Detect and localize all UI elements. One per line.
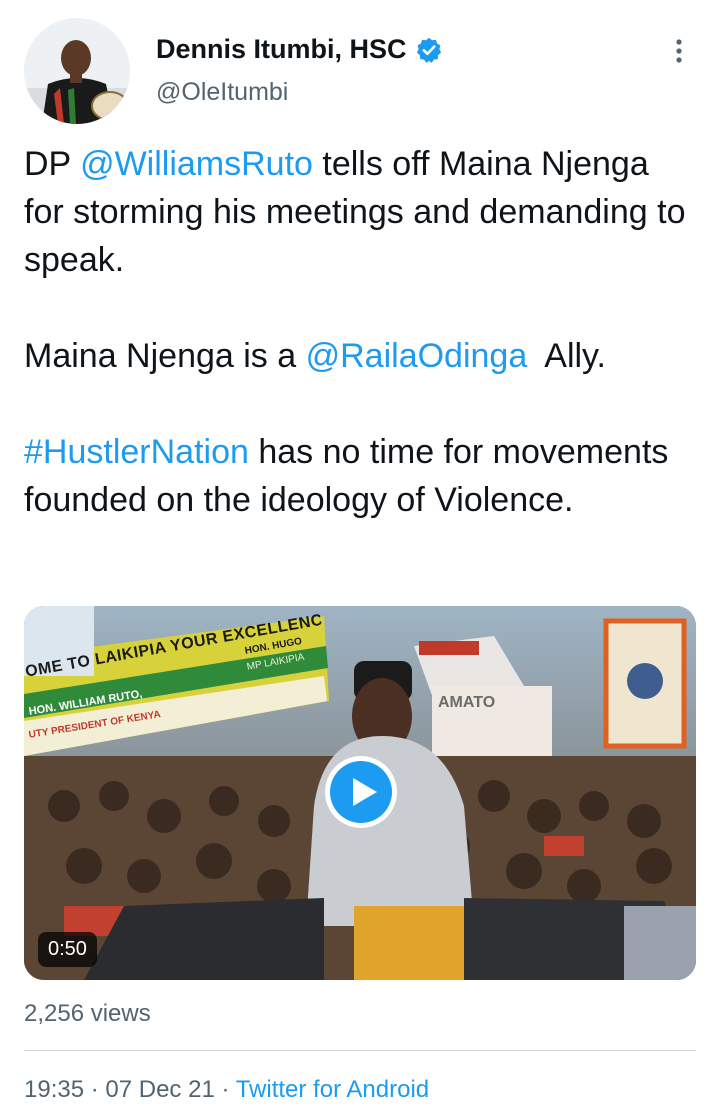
author-handle[interactable]: @OleItumbi (156, 78, 288, 107)
tweet-date[interactable]: 07 Dec 21 (105, 1076, 214, 1103)
author-display-name[interactable]: Dennis Itumbi, HSC (156, 34, 407, 65)
play-icon (325, 756, 397, 828)
video-duration: 0:50 (38, 932, 97, 967)
tweet-meta: 19:35 · 07 Dec 21 · Twitter for Android (24, 1076, 429, 1104)
mention-link-railaodinga[interactable]: @RailaOdinga (306, 337, 528, 375)
tweet-source-link[interactable]: Twitter for Android (236, 1076, 429, 1103)
view-count: 2,256 views (24, 1000, 151, 1027)
tweet-paragraph-1: DP @WilliamsRuto tells off Maina Njenga … (24, 140, 694, 284)
tweet-time[interactable]: 19:35 (24, 1076, 84, 1103)
tweet-text-segment: DP (24, 145, 81, 183)
hashtag-link-hustlernation[interactable]: #HustlerNation (24, 433, 249, 471)
tweet-paragraph-3: #HustlerNation has no time for movements… (24, 428, 694, 524)
author-avatar[interactable] (24, 18, 130, 124)
tweet-text: DP @WilliamsRuto tells off Maina Njenga … (24, 140, 694, 524)
tweet-paragraph-2: Maina Njenga is a @RailaOdinga Ally. (24, 332, 694, 380)
mention-link-williamsruto[interactable]: @WilliamsRuto (80, 145, 313, 183)
play-button[interactable] (323, 754, 399, 830)
verified-badge-icon (415, 36, 443, 64)
more-options-icon[interactable] (664, 36, 694, 66)
author-name-row[interactable]: Dennis Itumbi, HSC (156, 34, 443, 65)
avatar-photo (24, 18, 130, 124)
video-sign-text: AMATO (438, 694, 496, 711)
divider (24, 1050, 696, 1051)
tweet-text-segment: Maina Njenga is a (24, 337, 306, 375)
meta-separator: · (84, 1076, 106, 1103)
tweet-text-segment: Ally. (527, 337, 606, 375)
video-player[interactable]: OME TO LAIKIPIA YOUR EXCELLENCY HON. WIL… (24, 606, 696, 980)
meta-separator: · (214, 1076, 236, 1103)
